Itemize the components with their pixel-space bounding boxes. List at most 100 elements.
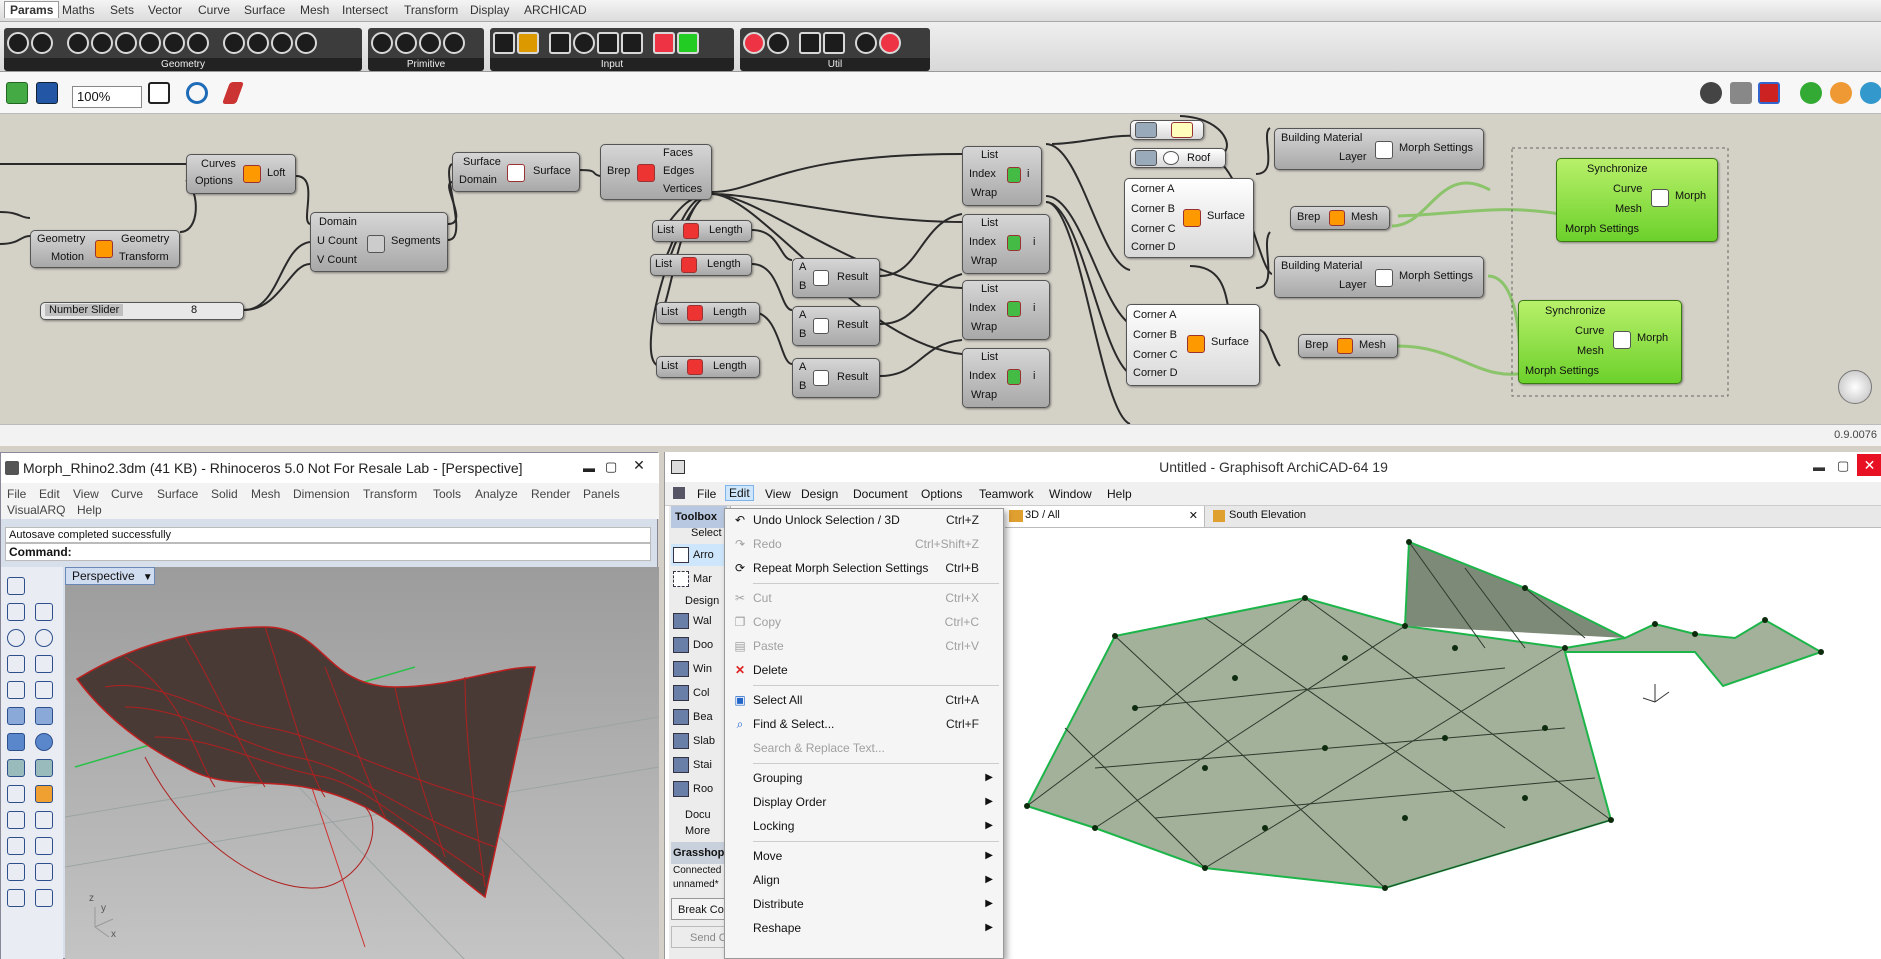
text-icon[interactable] [7,889,25,907]
render-icon[interactable] [1830,82,1852,104]
mesh-brep-component[interactable]: Brep Mesh [1290,206,1390,230]
display-mode-icon[interactable] [1730,82,1752,104]
sketch-pen-icon[interactable] [221,82,245,104]
param-icon[interactable] [549,32,571,54]
tool-stair[interactable]: Stai [671,754,727,776]
tab-transform[interactable]: Transform [404,3,458,17]
list-length-component[interactable]: List Length [650,254,752,276]
menu-view[interactable]: View [765,487,791,501]
maximize-icon[interactable]: ▢ [1837,458,1849,474]
param-icon[interactable] [7,32,29,54]
menu-item-delete[interactable]: ✕ Delete [735,659,1001,681]
dimension-icon[interactable] [35,889,53,907]
menu-design[interactable]: Design [801,487,838,501]
point-icon[interactable] [35,577,53,595]
tool-column[interactable]: Col [671,682,727,704]
menu-visualarq[interactable]: VisualARQ [7,503,65,517]
tab-south-elevation[interactable]: South Elevation [1205,506,1405,527]
menu-solid[interactable]: Solid [211,487,238,501]
polygon-icon[interactable] [7,681,25,699]
split-icon[interactable] [7,863,25,881]
mesh-tool-icon[interactable] [7,759,25,777]
deconstruct-brep-component[interactable]: Brep Faces Edges Vertices [600,144,712,200]
mesh-brep-component[interactable]: Brep Mesh [1298,334,1398,358]
select-arrow-icon[interactable] [7,577,25,595]
archicad-element-param[interactable] [1130,120,1204,140]
preview-shaded-icon[interactable] [1758,82,1780,104]
menu-tools[interactable]: Tools [433,487,461,501]
menu-item-select-all[interactable]: ▣ Select All Ctrl+A [734,689,1001,711]
navigation-wheel-icon[interactable] [1838,370,1872,404]
menu-item-search-replace[interactable]: Search & Replace Text... [753,737,1001,759]
polyline-icon[interactable] [7,603,25,621]
tool-roof[interactable]: Roo [671,778,727,800]
menu-item-undo[interactable]: ↶ Undo Unlock Selection / 3D Ctrl+Z [735,509,1001,531]
circle-icon[interactable] [7,629,25,647]
list-item-component[interactable]: List Index Wrap i [962,280,1050,340]
join-icon[interactable] [35,811,53,829]
tool-beam[interactable]: Bea [671,706,727,728]
menu-options[interactable]: Options [921,487,962,501]
surface-from-points-component[interactable]: Corner A Corner B Corner C Corner D Surf… [1126,304,1260,386]
menu-item-find-select[interactable]: ⌕ Find & Select... Ctrl+F [737,713,1001,735]
box-icon[interactable] [7,733,25,751]
param-icon[interactable] [573,32,595,54]
open-file-icon[interactable] [6,82,28,104]
menu-teamwork[interactable]: Teamwork [979,487,1034,501]
menu-help[interactable]: Help [77,503,102,517]
toolbox-design-group[interactable]: Design [671,590,727,612]
rectangle-icon[interactable] [35,655,53,673]
param-icon[interactable] [247,32,269,54]
zoom-select[interactable]: 100% [72,86,142,108]
list-item-component[interactable]: List Index Wrap i [962,214,1050,274]
tool-wall[interactable]: Wal [671,610,727,632]
menu-item-reshape[interactable]: Reshape ▶ [753,917,1001,939]
menu-surface[interactable]: Surface [157,487,198,501]
list-length-component[interactable]: List Length [656,356,760,378]
tab-params[interactable]: Params [4,1,60,18]
param-icon[interactable] [67,32,89,54]
param-icon[interactable] [187,32,209,54]
save-icon[interactable] [36,82,58,104]
array-icon[interactable] [35,837,53,855]
param-icon[interactable] [677,32,699,54]
mesh-tool-icon[interactable] [35,759,53,777]
tab-sets[interactable]: Sets [110,3,134,17]
morph-settings-component[interactable]: Building Material Layer Morph Settings [1274,256,1484,298]
grasshopper-canvas[interactable]: Curves Options Loft Geometry Motion Geom… [0,114,1881,424]
param-icon[interactable] [767,32,789,54]
tool-door[interactable]: Doo [671,634,727,656]
param-icon[interactable] [295,32,317,54]
fillet-icon[interactable] [35,681,53,699]
menu-item-cut[interactable]: ✂ Cut Ctrl+X [735,587,1001,609]
transform-tool-icon[interactable] [7,785,25,803]
param-icon[interactable] [855,32,877,54]
menu-mesh[interactable]: Mesh [251,487,280,501]
move-icon[interactable] [7,811,25,829]
menu-item-distribute[interactable]: Distribute ▶ [753,893,1001,915]
menu-help[interactable]: Help [1107,487,1132,501]
number-slider[interactable]: Number Slider 8 [40,302,244,320]
tool-arrow[interactable]: Arro [671,544,727,566]
param-icon[interactable] [371,32,393,54]
divide-domain-component[interactable]: Domain U Count V Count Segments [310,212,448,272]
param-icon[interactable] [621,32,643,54]
menu-item-align[interactable]: Align ▶ [753,869,1001,891]
morph-component[interactable]: Synchronize Curve Mesh Morph Settings Mo… [1556,158,1718,242]
subtraction-component[interactable]: A B Result [792,358,880,398]
surface-tool-icon[interactable] [7,707,25,725]
3d-viewport[interactable] [1005,528,1881,959]
tool-marquee[interactable]: Mar [671,568,727,590]
tab-intersect[interactable]: Intersect [342,3,388,17]
menu-dimension[interactable]: Dimension [293,487,350,501]
perspective-viewport[interactable]: Perspective ▼ x y z [65,567,659,959]
ellipse-icon[interactable] [35,629,53,647]
display-mode-icon[interactable] [1700,82,1722,104]
analyze-icon[interactable] [35,785,53,803]
param-icon[interactable] [271,32,293,54]
list-item-component[interactable]: List Index Wrap i [962,146,1042,206]
command-prompt[interactable]: Command: [5,543,651,561]
extend-icon[interactable] [35,863,53,881]
tool-slab[interactable]: Slab [671,730,727,752]
menu-item-repeat[interactable]: ⟳ Repeat Morph Selection Settings Ctrl+B [735,557,1001,579]
